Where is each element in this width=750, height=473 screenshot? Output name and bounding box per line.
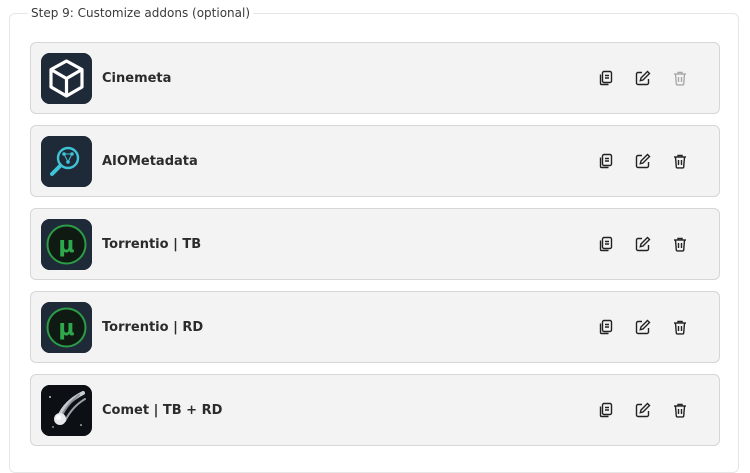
addon-actions [597, 209, 689, 279]
edit-icon [635, 70, 651, 86]
edit-button[interactable] [634, 318, 652, 336]
addon-card-comet: Comet | TB + RD [30, 374, 720, 446]
box-icon [41, 52, 92, 104]
edit-icon [635, 402, 651, 418]
trash-icon [674, 403, 686, 418]
edit-button[interactable] [634, 152, 652, 170]
copy-icon [599, 153, 613, 169]
comet-icon [41, 384, 92, 436]
trash-icon [674, 154, 686, 169]
addon-actions [597, 292, 689, 362]
trash-icon [674, 71, 686, 86]
addon-card-torrentio-rd: μ Torrentio | RD [30, 291, 720, 363]
delete-button[interactable] [671, 152, 689, 170]
addon-list: Cinemeta AIOMetadata μ Torrentio | TB μ … [30, 42, 720, 457]
addon-actions [597, 375, 689, 445]
addon-actions [597, 43, 689, 113]
trash-icon [674, 320, 686, 335]
addon-actions [597, 126, 689, 196]
copy-button[interactable] [597, 152, 615, 170]
addon-card-cinemeta: Cinemeta [30, 42, 720, 114]
edit-icon [635, 153, 651, 169]
mu-icon: μ [41, 301, 92, 353]
copy-button[interactable] [597, 401, 615, 419]
delete-button[interactable] [671, 401, 689, 419]
addon-card-aiometadata: AIOMetadata [30, 125, 720, 197]
mu-icon: μ [41, 218, 92, 270]
delete-button[interactable] [671, 318, 689, 336]
delete-button[interactable] [671, 235, 689, 253]
copy-icon [599, 70, 613, 86]
edit-icon [635, 236, 651, 252]
copy-button[interactable] [597, 318, 615, 336]
copy-icon [599, 319, 613, 335]
copy-icon [599, 236, 613, 252]
copy-icon [599, 402, 613, 418]
svg-text:μ: μ [58, 316, 74, 341]
section-legend: Step 9: Customize addons (optional) [28, 6, 254, 20]
edit-button[interactable] [634, 235, 652, 253]
copy-button[interactable] [597, 69, 615, 87]
addon-card-torrentio-tb: μ Torrentio | TB [30, 208, 720, 280]
edit-button[interactable] [634, 69, 652, 87]
copy-button[interactable] [597, 235, 615, 253]
edit-icon [635, 319, 651, 335]
search-network-icon [41, 135, 92, 187]
delete-button-disabled [671, 69, 689, 87]
edit-button[interactable] [634, 401, 652, 419]
trash-icon [674, 237, 686, 252]
svg-text:μ: μ [58, 233, 74, 258]
